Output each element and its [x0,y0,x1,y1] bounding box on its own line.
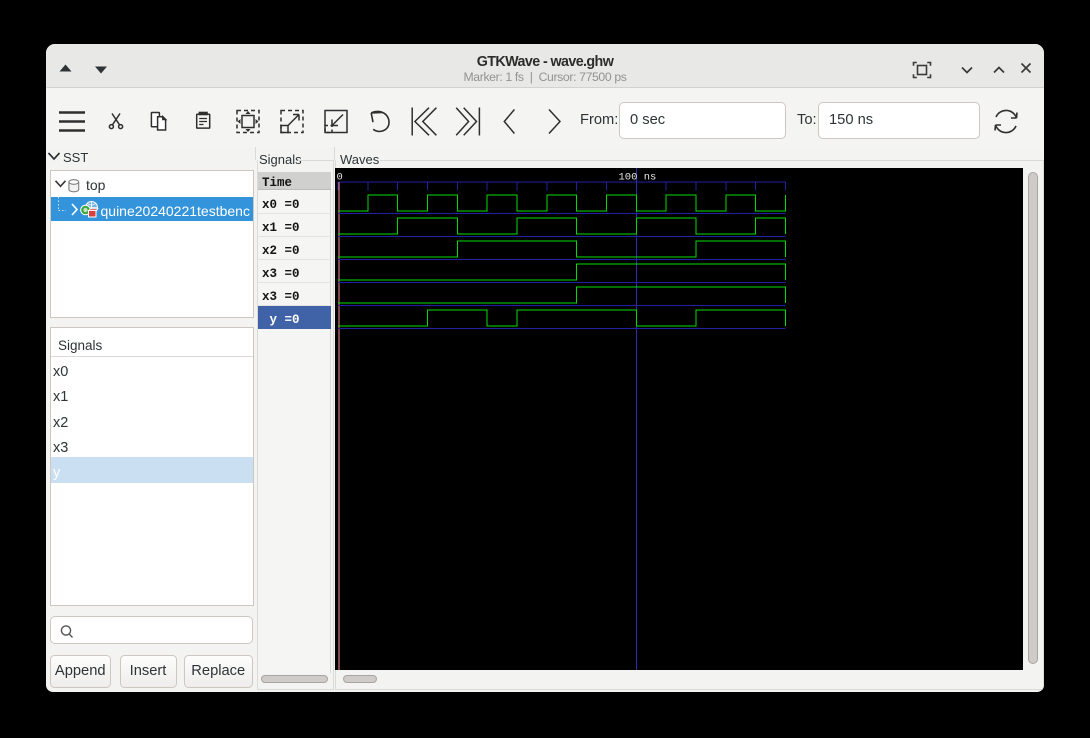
svg-text:quine20240221testbenc: quine20240221testbenc [100,203,249,219]
svg-text:100 ns: 100 ns [619,172,657,184]
svg-text:0: 0 [337,172,343,184]
svg-text:top: top [86,177,106,193]
